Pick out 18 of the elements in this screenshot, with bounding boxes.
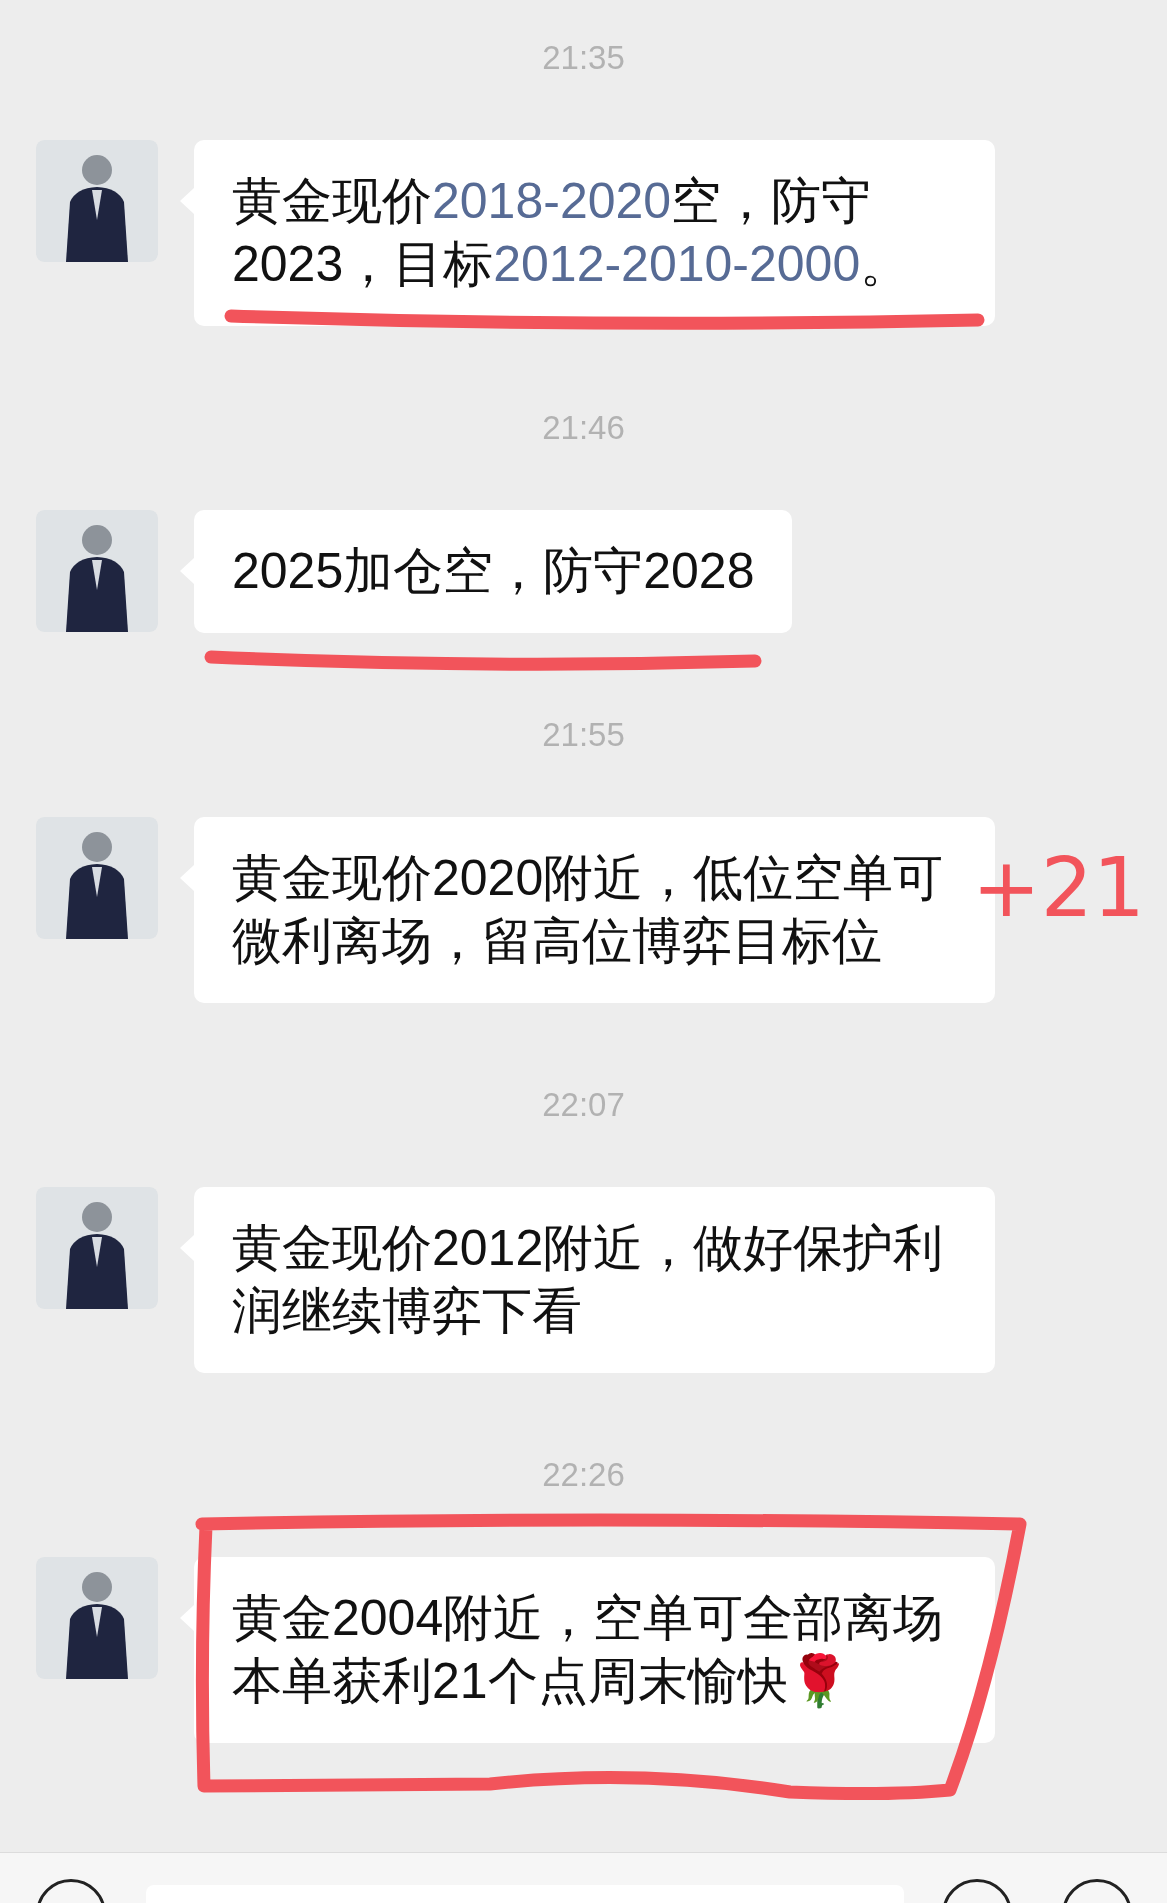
message-text: 黄金现价2018-2020空，防守2023，目标2012-2010-2000。 (232, 172, 912, 294)
message-time: 21:55 (542, 716, 625, 754)
message-time: 21:35 (542, 39, 625, 77)
handwritten-annotation: +21 (971, 847, 1145, 929)
number-link[interactable]: 2018-2020 (432, 173, 672, 229)
avatar-silhouette[interactable] (36, 1557, 158, 1679)
number-link[interactable]: 2012-2010-2000 (493, 236, 861, 292)
message-text: 黄金现价2020附近，低位空单可微利离场，留高位博弈目标位 (232, 849, 945, 971)
avatar-silhouette[interactable] (36, 817, 158, 939)
avatar-silhouette[interactable] (36, 140, 158, 262)
message-text: 黄金现价2012附近，做好保护利润继续博弈下看 (232, 1219, 945, 1341)
message-text: 黄金2004附近，空单可全部离场本单获利21个点周末愉快🌹 (232, 1589, 945, 1711)
message-text: 2025加仓空，防守2028 (232, 542, 755, 601)
message-time: 22:07 (542, 1086, 625, 1124)
avatar-silhouette[interactable] (36, 1187, 158, 1309)
message-time: 22:26 (542, 1456, 625, 1494)
message-time: 21:46 (542, 409, 625, 447)
avatar-silhouette[interactable] (36, 510, 158, 632)
